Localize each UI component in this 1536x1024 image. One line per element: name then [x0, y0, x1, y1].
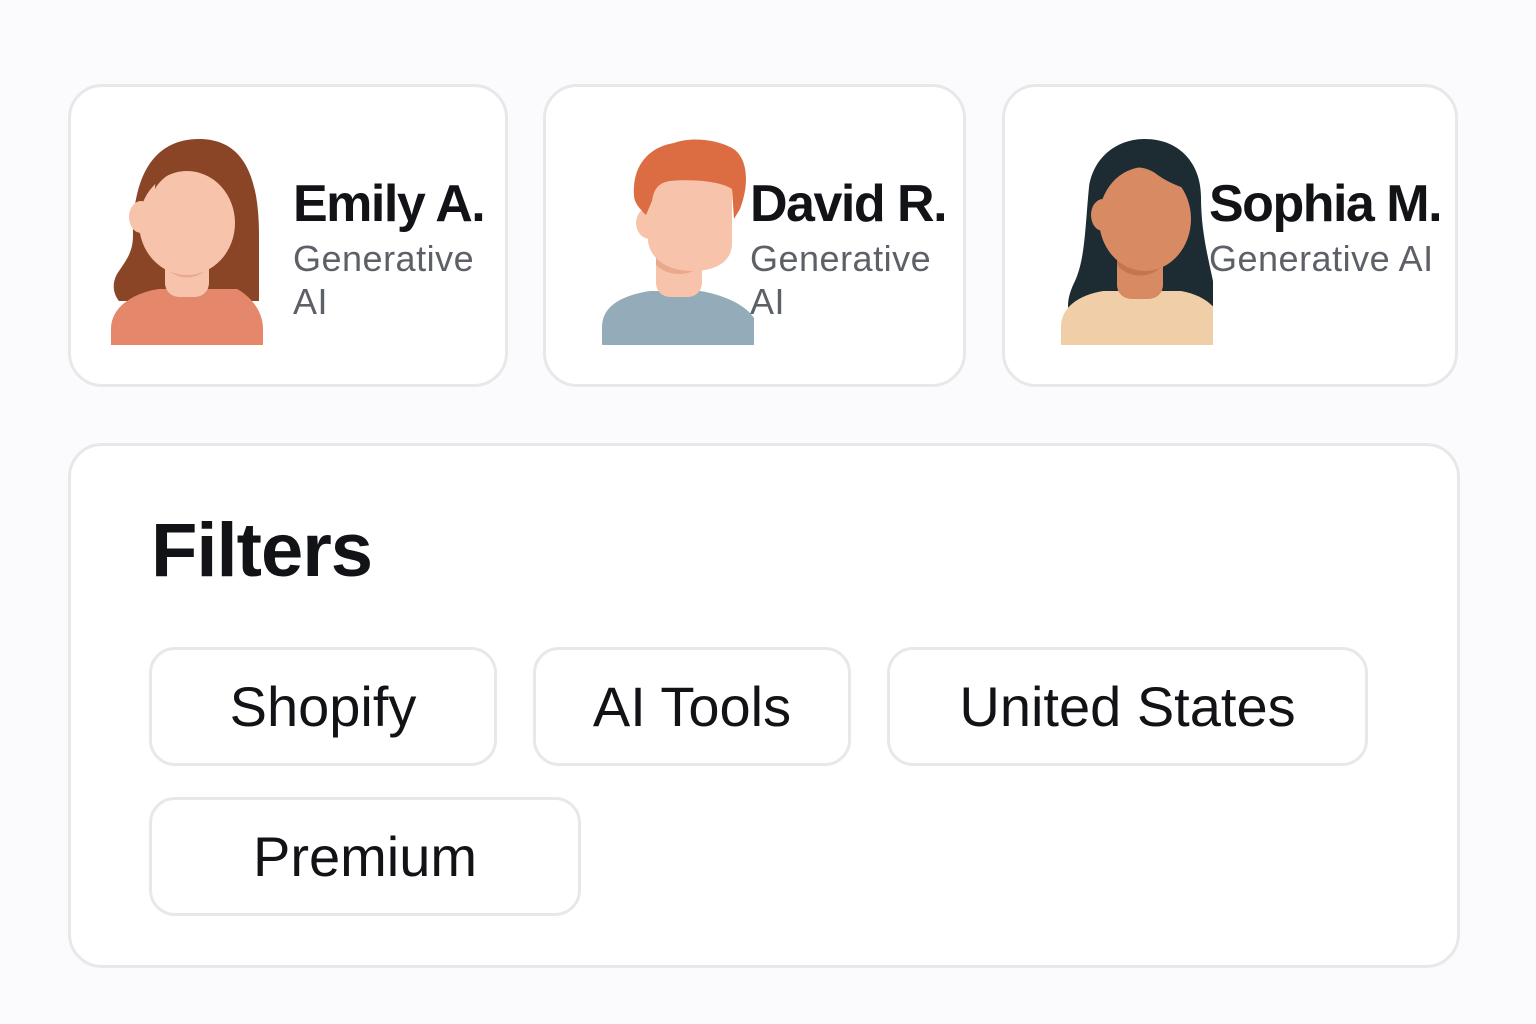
filter-chip-premium[interactable]: Premium [149, 797, 581, 916]
profile-name: Emily A. [293, 175, 486, 233]
profile-info: Sophia M. Generative AI [1209, 175, 1459, 280]
profile-card-david[interactable]: David R. Generative AI [543, 84, 966, 387]
avatar-icon [111, 139, 263, 345]
filters-title: Filters [151, 508, 373, 593]
avatar-icon [1061, 139, 1213, 345]
profile-info: David R. Generative AI [750, 175, 960, 323]
profile-card-sophia[interactable]: Sophia M. Generative AI [1002, 84, 1458, 387]
profile-name: David R. [750, 175, 948, 233]
filters-panel: Filters Shopify AI Tools United States P… [68, 443, 1460, 968]
filter-chip-shopify[interactable]: Shopify [149, 647, 497, 766]
filter-chip-united-states[interactable]: United States [887, 647, 1368, 766]
profile-role: Generative AI [293, 238, 475, 322]
avatar-icon [602, 139, 754, 345]
page: Emily A. Generative AI David R. Generati… [0, 0, 1536, 1024]
profile-role: Generative AI [1209, 238, 1434, 279]
filter-chip-ai-tools[interactable]: AI Tools [533, 647, 851, 766]
profile-info: Emily A. Generative AI [293, 175, 503, 323]
profile-name: Sophia M. [1209, 175, 1443, 233]
profile-card-emily[interactable]: Emily A. Generative AI [68, 84, 508, 387]
profile-role: Generative AI [750, 238, 932, 322]
